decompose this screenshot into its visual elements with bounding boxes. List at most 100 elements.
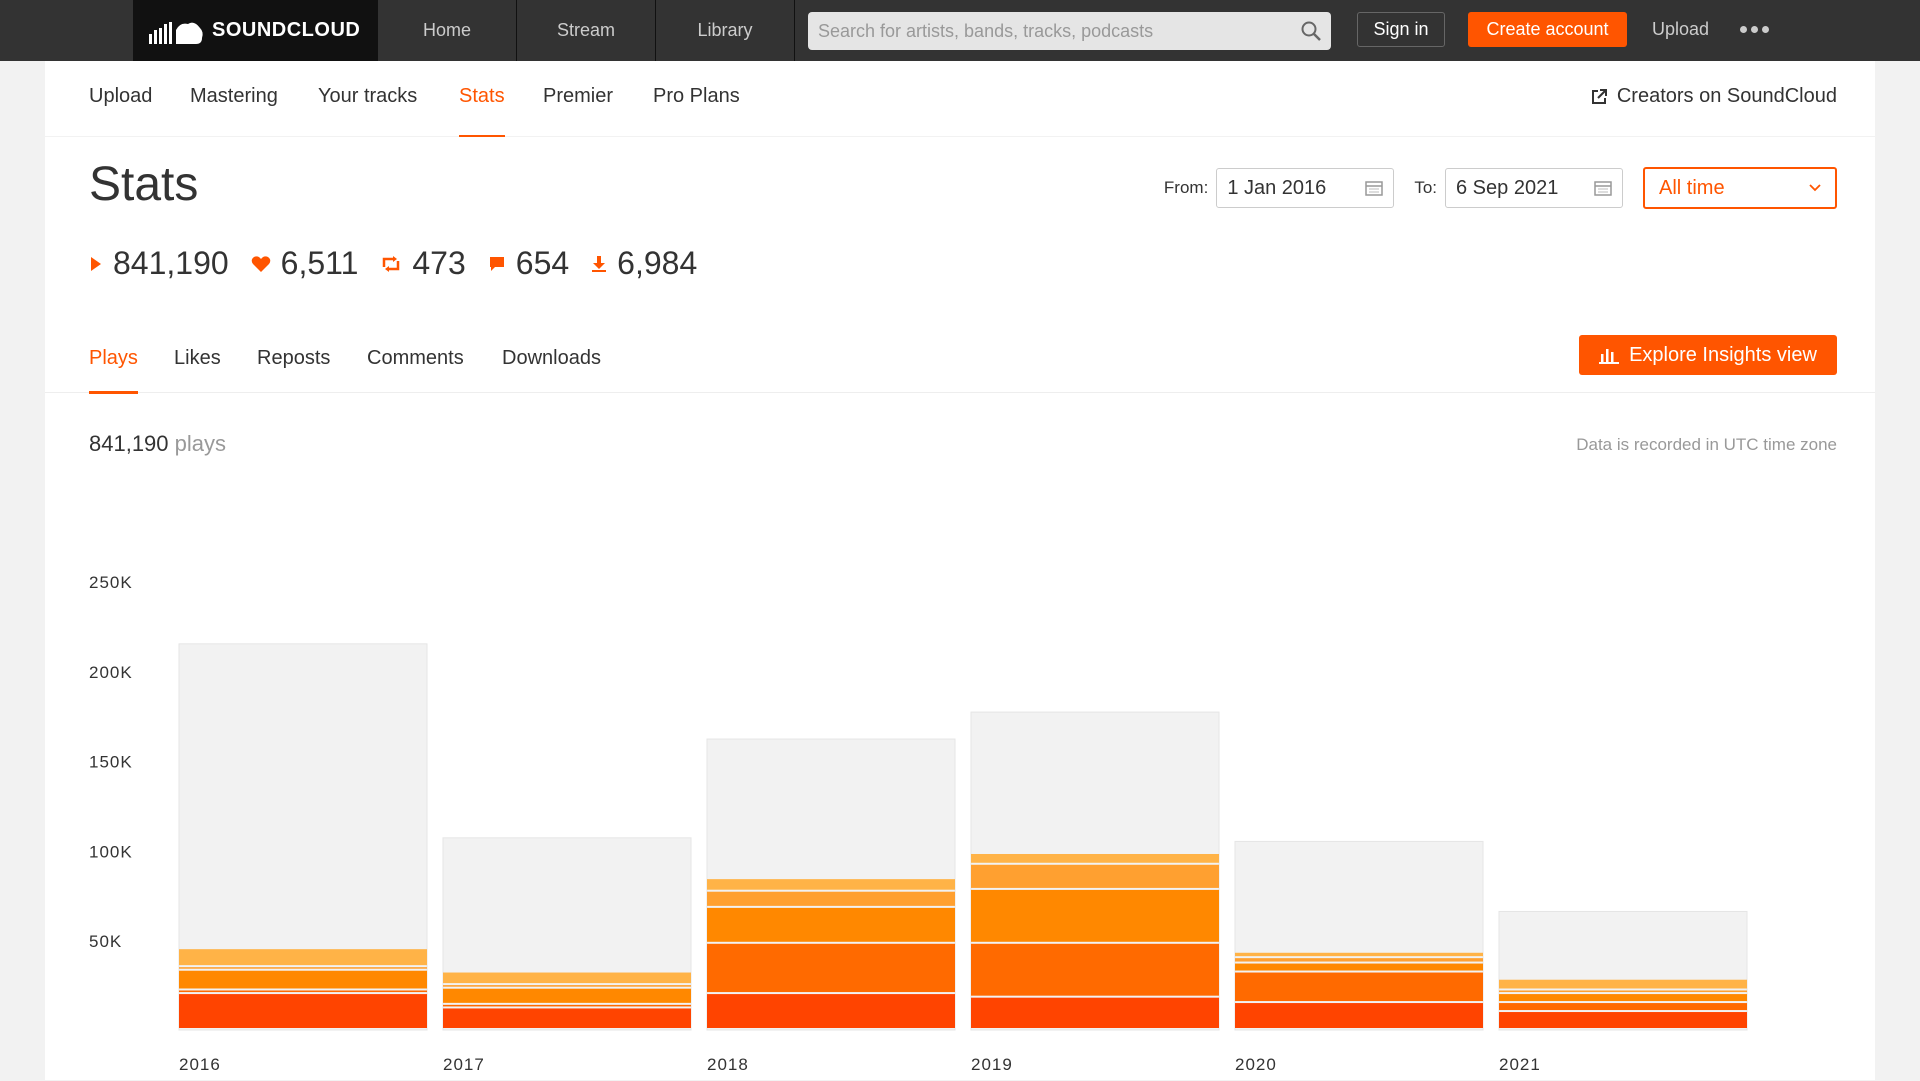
y-tick-label: 250K <box>89 573 133 592</box>
nav-stream[interactable]: Stream <box>517 0 656 61</box>
soundcloud-cloud-icon <box>149 18 204 44</box>
search-input[interactable] <box>808 20 1291 42</box>
comment-icon <box>489 256 504 271</box>
subnav-your-tracks[interactable]: Your tracks <box>318 85 417 137</box>
reposts-stat: 473 <box>380 245 466 282</box>
nav-library[interactable]: Library <box>656 0 795 61</box>
bar-segment <box>443 1008 691 1028</box>
bar-segment <box>707 891 955 906</box>
comments-count: 654 <box>515 245 570 281</box>
reposts-count: 473 <box>412 245 466 281</box>
search-bar <box>808 12 1331 50</box>
time-range-select[interactable]: All time <box>1643 167 1837 209</box>
tab-plays[interactable]: Plays <box>89 347 138 394</box>
bar-segment <box>707 994 955 1028</box>
bar-segment <box>1235 972 1483 1002</box>
tab-reposts[interactable]: Reposts <box>257 347 330 394</box>
x-tick-label: 2019 <box>971 1055 1013 1074</box>
creators-on-soundcloud-link[interactable]: Creators on SoundCloud <box>1591 85 1837 108</box>
logo-text: SOUNDCLOUD <box>212 19 361 41</box>
bar-segment <box>179 949 427 966</box>
stats-summary: 841,190 6,511 473 654 6,984 <box>89 245 697 282</box>
to-date-value: 6 Sep 2021 <box>1456 176 1559 199</box>
tab-downloads[interactable]: Downloads <box>502 347 601 394</box>
tab-likes[interactable]: Likes <box>174 347 221 394</box>
x-tick-label: 2020 <box>1235 1055 1277 1074</box>
subnav-stats[interactable]: Stats <box>459 85 505 137</box>
bar-segment <box>971 943 1219 996</box>
explore-insights-label: Explore Insights view <box>1629 343 1817 366</box>
heart-icon <box>251 255 270 272</box>
bar-segment <box>1499 994 1747 1002</box>
bar-segment <box>971 864 1219 888</box>
y-tick-label: 100K <box>89 842 133 861</box>
external-link-icon <box>1591 88 1607 104</box>
calendar-icon <box>1594 181 1612 196</box>
repost-icon <box>383 255 400 272</box>
search-icon[interactable] <box>1291 12 1331 50</box>
date-range-controls: From: 1 Jan 2016 To: 6 Sep 2021 All time <box>1164 167 1837 209</box>
bar-segment <box>179 967 427 969</box>
bar-segment <box>1235 958 1483 962</box>
likes-count: 6,511 <box>280 245 359 281</box>
bar-segment <box>1235 963 1483 971</box>
explore-insights-button[interactable]: Explore Insights view <box>1579 335 1837 375</box>
chevron-down-icon <box>1809 184 1821 192</box>
plays-total-value: 841,190 <box>89 431 169 456</box>
x-tick-label: 2017 <box>443 1055 485 1074</box>
plays-count: 841,190 <box>113 245 229 281</box>
bar-segment <box>179 990 427 993</box>
subnav-mastering[interactable]: Mastering <box>190 85 278 137</box>
to-date-field[interactable]: 6 Sep 2021 <box>1445 168 1623 208</box>
bar-segment <box>443 988 691 1003</box>
top-nav: SOUNDCLOUD Home Stream Library <box>133 0 795 61</box>
subnav-pro-plans[interactable]: Pro Plans <box>653 85 740 137</box>
bar-segment <box>707 907 955 942</box>
bar-segment <box>707 879 955 890</box>
bar-segment <box>971 853 1219 863</box>
y-tick-label: 150K <box>89 753 133 772</box>
x-tick-label: 2021 <box>1499 1055 1541 1074</box>
from-date-field[interactable]: 1 Jan 2016 <box>1216 168 1395 208</box>
bar-segment <box>1235 952 1483 957</box>
play-icon <box>91 256 101 271</box>
from-label: From: <box>1163 178 1209 197</box>
creator-subnav: Upload Mastering Your tracks Stats Premi… <box>45 61 1875 137</box>
more-options-icon[interactable] <box>1740 12 1769 47</box>
bar-segment <box>971 889 1219 942</box>
x-tick-label: 2018 <box>707 1055 749 1074</box>
bar-segment <box>443 972 691 984</box>
bar-segment <box>1499 1012 1747 1028</box>
comments-stat: 654 <box>488 245 569 282</box>
sign-in-button[interactable]: Sign in <box>1357 12 1445 47</box>
plays-bar-chart: 50K 100K 150K 200K 250K 2016 2017 2018 2019 2020 2… <box>89 573 1748 1074</box>
bar-segment <box>1499 990 1747 993</box>
soundcloud-logo[interactable]: SOUNDCLOUD <box>133 0 378 61</box>
tab-comments[interactable]: Comments <box>367 347 464 394</box>
create-account-button[interactable]: Create account <box>1468 12 1627 47</box>
top-header: SOUNDCLOUD Home Stream Library Sign in C… <box>0 0 1920 61</box>
bar-segment <box>971 997 1219 1028</box>
likes-stat: 6,511 <box>251 245 359 282</box>
x-tick-label: 2016 <box>179 1055 221 1074</box>
bar-segment <box>179 970 427 989</box>
y-tick-label: 50K <box>89 932 122 951</box>
bar-segment <box>1235 1003 1483 1028</box>
page-title: Stats <box>89 158 199 211</box>
subnav-upload[interactable]: Upload <box>89 85 152 137</box>
nav-home[interactable]: Home <box>378 0 517 61</box>
to-label: To: <box>1414 178 1437 197</box>
plays-total: 841,190 plays <box>89 431 226 457</box>
main-panel: Upload Mastering Your tracks Stats Premi… <box>45 61 1875 1080</box>
downloads-count: 6,984 <box>617 245 698 281</box>
calendar-icon <box>1365 181 1384 196</box>
bar-chart-icon <box>1599 349 1620 364</box>
bar-segment <box>179 994 427 1028</box>
bar-segment <box>443 985 691 987</box>
header-upload-link[interactable]: Upload <box>1652 12 1709 47</box>
tabs-container: Plays Likes Reposts Comments Downloads E… <box>45 335 1875 394</box>
bar-segment <box>707 943 955 993</box>
time-range-value: All time <box>1659 176 1725 199</box>
creators-link-label: Creators on SoundCloud <box>1616 85 1837 107</box>
subnav-premier[interactable]: Premier <box>543 85 613 137</box>
